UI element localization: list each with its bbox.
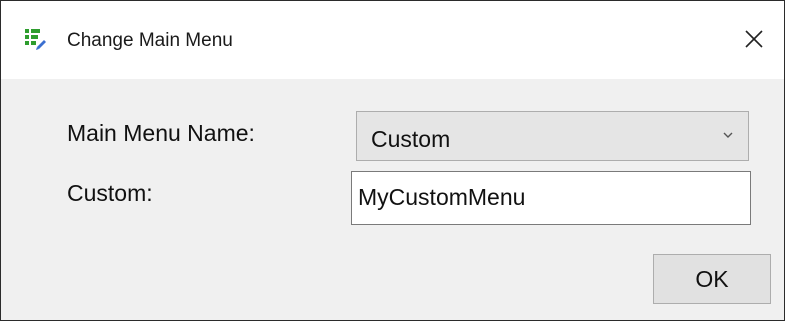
title-bar: Change Main Menu bbox=[1, 1, 784, 79]
main-menu-name-value: Custom bbox=[371, 126, 451, 152]
custom-menu-input[interactable]: MyCustomMenu bbox=[351, 171, 751, 225]
menu-edit-icon bbox=[25, 29, 46, 50]
close-icon bbox=[745, 30, 763, 48]
ok-button[interactable]: OK bbox=[653, 254, 771, 304]
window-title: Change Main Menu bbox=[67, 30, 233, 51]
main-menu-name-select[interactable]: Custom bbox=[356, 111, 749, 161]
custom-menu-value: MyCustomMenu bbox=[358, 184, 526, 210]
custom-label: Custom: bbox=[67, 180, 153, 206]
chevron-down-icon bbox=[723, 132, 733, 138]
main-menu-name-label: Main Menu Name: bbox=[67, 120, 255, 146]
ok-button-label: OK bbox=[695, 265, 729, 292]
change-main-menu-dialog: Change Main Menu Main Menu Name: Custom … bbox=[0, 0, 785, 321]
close-button[interactable] bbox=[732, 19, 776, 59]
